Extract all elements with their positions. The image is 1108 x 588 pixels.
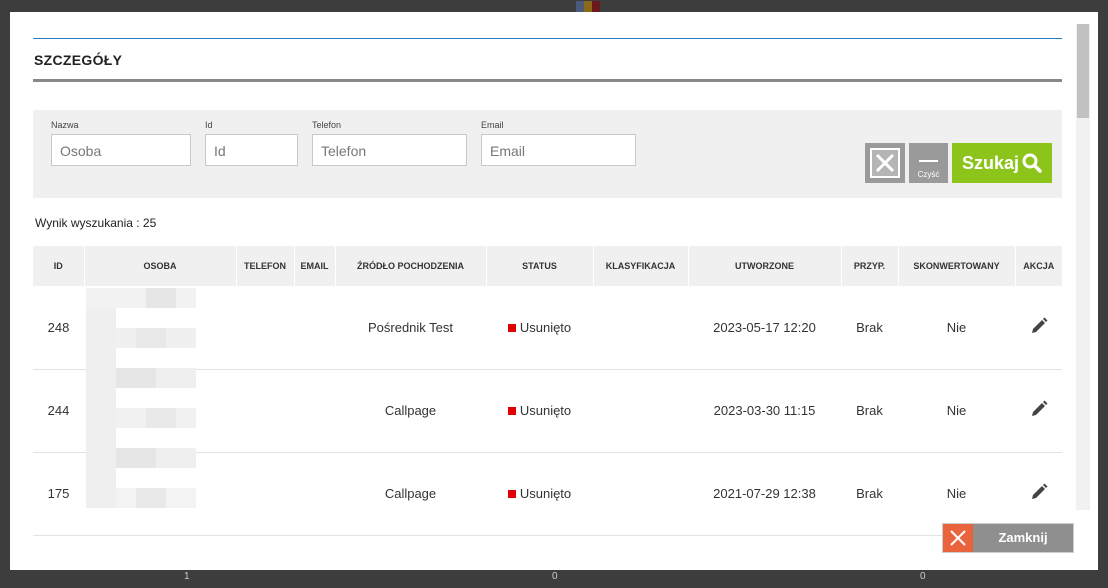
background-footer: 1 0 0 [0,570,1108,588]
redacted-person-names [86,288,198,510]
cell-action [1015,369,1062,452]
filter-phone-label: Telefon [312,120,342,130]
filter-name-label: Nazwa [51,120,79,130]
filter-email-group: Email Email [481,120,636,166]
status-text: Usunięto [519,486,572,501]
cell-phone [236,369,294,452]
cell-created: 2023-05-17 12:20 [713,319,816,335]
modal-title: SZCZEGÓŁY [34,52,123,68]
cell-email [294,286,335,369]
search-button[interactable]: Szukaj [952,143,1052,183]
column-header-id[interactable]: ID [33,246,85,286]
status-text: Usunięto [519,319,572,335]
scrollbar-thumb[interactable] [1077,24,1089,118]
edit-pencil-icon[interactable] [1029,482,1049,505]
status-indicator [507,407,516,415]
search-icon [1022,153,1042,173]
status-text: Usunięto [519,403,572,418]
edit-pencil-icon[interactable] [1029,399,1049,422]
column-header-email[interactable]: EMAIL [294,246,336,286]
excel-export-button[interactable] [865,143,905,183]
cell-created: 2023-03-30 11:15 [713,403,816,418]
cell-converted: Nie [946,319,967,335]
status-indicator [507,490,516,498]
cell-classification [593,452,688,535]
clear-label: Czyść [917,170,940,179]
cell-id: 244 [47,403,70,418]
excel-export-icon [870,148,900,178]
cell-email [294,369,335,452]
cell-assigned: Brak [856,486,883,501]
cell-status: Usunięto [486,369,593,452]
clear-icon [919,160,938,162]
cell-status: Usunięto [486,452,593,535]
filter-name-group: Nazwa Osoba [51,120,191,166]
cell-source: Callpage [384,403,437,418]
email-input[interactable]: Email [481,134,636,166]
cell-action [1015,286,1062,369]
name-input[interactable]: Osoba [51,134,191,166]
column-header-person[interactable]: OSOBA [84,246,237,286]
cell-source: Callpage [384,486,437,501]
cell-classification [593,369,688,452]
cell-assigned: Brak [856,319,883,335]
filter-email-label: Email [481,120,504,130]
cell-assigned: Brak [856,403,883,418]
cell-status: Usunięto [486,286,593,369]
search-label: Szukaj [961,152,1020,173]
cell-phone [236,286,294,369]
background-value: 0 [920,571,926,582]
details-modal: SZCZEGÓŁY Nazwa Osoba Id Id Telefon Tele… [10,12,1098,570]
background-value: 1 [184,571,190,582]
close-button[interactable]: Zamknij [942,523,1074,553]
table-header-row: ID OSOBA TELEFON EMAIL ŹRÓDŁO POCHODZENI… [33,246,1062,286]
background-value: 0 [552,571,558,582]
column-header-converted[interactable]: SKONWERTOWANY [898,246,1016,286]
close-icon [943,524,973,552]
column-header-status[interactable]: STATUS [486,246,594,286]
modal-scrollbar[interactable] [1076,24,1090,510]
column-header-classification[interactable]: KLASYFIKACJA [593,246,689,286]
clear-button[interactable]: Czyść [909,143,948,183]
filter-id-label: Id [205,120,213,130]
cell-created: 2021-07-29 12:38 [713,486,816,501]
phone-input[interactable]: Telefon [312,134,467,166]
cell-email [294,452,335,535]
column-header-created[interactable]: UTWORZONE [688,246,842,286]
result-count: Wynik wyszukania : 25 [35,216,157,230]
cell-source: Pośrednik Test [367,319,454,335]
cell-id: 175 [47,486,70,501]
column-header-assigned[interactable]: PRZYP. [841,246,899,286]
title-divider [33,79,1062,82]
background-strip [576,0,606,13]
column-header-action: AKCJA [1023,261,1055,271]
cell-id: 248 [47,319,70,335]
id-input[interactable]: Id [205,134,298,166]
column-header-phone[interactable]: TELEFON [236,246,295,286]
filter-id-group: Id Id [205,120,298,166]
edit-pencil-icon[interactable] [1029,316,1049,339]
cell-converted: Nie [946,403,967,418]
filter-phone-group: Telefon Telefon [312,120,467,166]
cell-classification [593,286,688,369]
search-filter-panel: Nazwa Osoba Id Id Telefon Telefon Email … [33,110,1062,198]
cell-phone [236,452,294,535]
close-label: Zamknij [998,530,1048,545]
status-indicator [507,323,516,332]
column-header-source[interactable]: ŹRÓDŁO POCHODZENIA [335,246,487,286]
